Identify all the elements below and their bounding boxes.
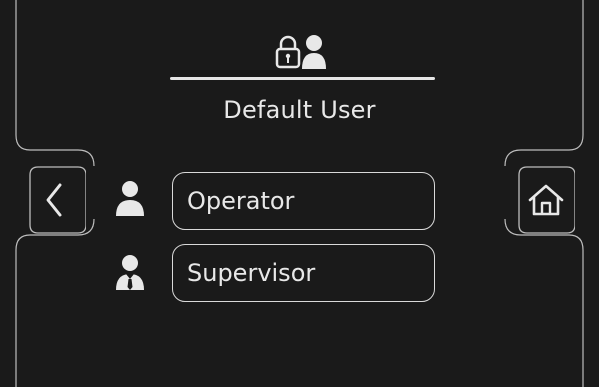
supervisor-icon	[116, 255, 144, 290]
operator-icon	[116, 181, 144, 216]
supervisor-button[interactable]: Supervisor	[172, 244, 435, 302]
home-button[interactable]	[517, 165, 575, 235]
supervisor-label: Supervisor	[187, 259, 316, 287]
operator-button[interactable]: Operator	[172, 172, 435, 230]
page-title: Default User	[223, 96, 376, 124]
operator-label: Operator	[187, 187, 295, 215]
header-divider	[170, 77, 435, 80]
user-select-screen: Default User Operator Supervisor	[0, 0, 599, 387]
lock-user-icon	[275, 35, 326, 69]
back-button[interactable]	[28, 165, 86, 235]
